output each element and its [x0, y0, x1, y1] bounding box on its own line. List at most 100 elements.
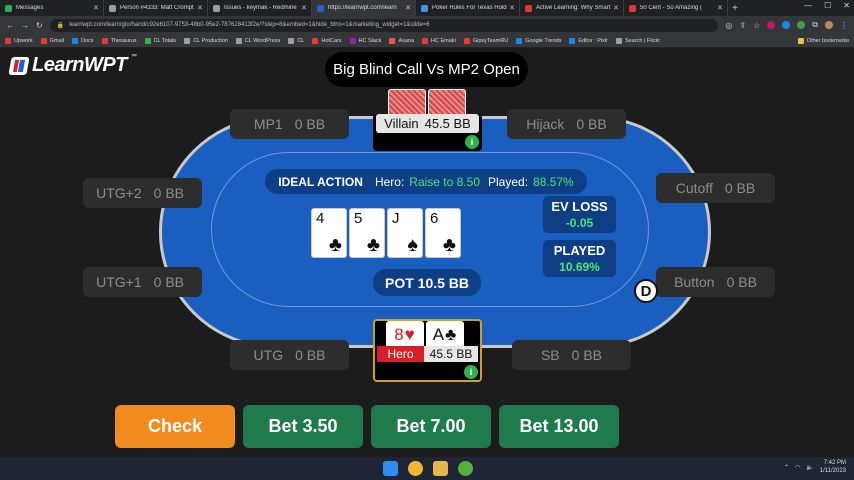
seat-sb: SB 0 BB [512, 340, 631, 370]
tab-close-icon[interactable]: ✕ [613, 4, 619, 12]
hero-name: Hero [377, 346, 424, 362]
bookmark-item[interactable]: HotCars [312, 37, 342, 44]
extension-icon[interactable] [797, 21, 806, 29]
bookmark-label: Docs [81, 37, 94, 44]
bookmark-item[interactable]: HC Slack [349, 37, 382, 44]
club-icon: ♣ [366, 234, 380, 256]
check-button[interactable]: Check [115, 405, 235, 448]
bookmark-item[interactable]: GipsyTeamRU [463, 37, 508, 44]
ideal-played-value: 88.57% [533, 174, 574, 189]
kebab-menu-icon[interactable]: ⋮ [840, 21, 848, 30]
file-explorer-icon[interactable] [433, 461, 448, 476]
extension-icon[interactable] [767, 21, 776, 29]
browser-tab[interactable]: 50 Cent - So Amazing (✕ [624, 0, 728, 16]
bookmark-item[interactable]: CL WordPress [235, 37, 280, 44]
seat-name: UTG+1 [96, 274, 142, 290]
hero-card: 8♥ [386, 321, 424, 348]
minimize-icon[interactable]: — [804, 1, 812, 10]
bookmark-star-icon[interactable]: ☆ [753, 21, 760, 30]
close-window-icon[interactable]: ✕ [843, 1, 850, 10]
hero-prefix: Hero: [374, 174, 405, 189]
tray-chevron-icon[interactable]: ⌃ [784, 464, 789, 471]
bookmark-item[interactable]: CL Production [184, 37, 228, 44]
bookmark-item[interactable]: Upwork [5, 37, 33, 44]
bookmark-label: CL Totals [153, 37, 177, 44]
bookmark-item[interactable]: Search | Flickr [616, 37, 660, 44]
tab-label: Poker Rules For Texas Hold' [432, 5, 508, 11]
bookmark-favicon-icon [40, 37, 47, 44]
seat-stack: 0 BB [576, 116, 607, 132]
bookmark-label: CL [297, 37, 305, 44]
bookmark-item[interactable]: HC Emaki [422, 37, 456, 44]
ev-loss-value: -0.05 [565, 216, 594, 230]
extension-icon[interactable] [782, 21, 791, 29]
card-rank: 6 [430, 210, 439, 227]
profile-avatar[interactable] [825, 21, 833, 29]
lock-icon: 🔒 [56, 22, 65, 29]
browser-tab[interactable]: Messages ✕ [0, 0, 104, 16]
bookmark-item[interactable]: Editor : Pixlr [569, 37, 608, 44]
bookmark-item[interactable]: Gmail [40, 37, 64, 44]
bookmark-label: HC Slack [358, 37, 382, 44]
chrome-icon[interactable] [408, 461, 423, 476]
bookmark-item[interactable]: Asana [389, 37, 414, 44]
seat-name: Hijack [526, 116, 565, 132]
clock-time: 7:42 PM [823, 460, 846, 466]
hero-card: A♣ [426, 321, 464, 348]
tab-close-icon[interactable]: ✕ [405, 4, 411, 12]
tab-close-icon[interactable]: ✕ [93, 4, 99, 12]
club-icon: ♣ [442, 234, 456, 256]
reload-icon[interactable]: ↻ [36, 21, 43, 30]
ev-loss-panel: EV LOSS -0.05 [543, 196, 616, 233]
bookmark-item[interactable]: Google Trends [516, 37, 562, 44]
forward-icon[interactable]: → [21, 21, 29, 30]
bookmark-favicon-icon [235, 37, 242, 44]
learnwpt-logo[interactable]: LearnWPT ™ [8, 54, 137, 77]
tab-close-icon[interactable]: ✕ [509, 4, 515, 12]
bookmark-item[interactable]: CL Totals [144, 37, 177, 44]
url-field[interactable]: 🔒 learnwpt.com/learn/gto/hand/c92e6107-9… [49, 18, 719, 32]
bet-13-00-button[interactable]: Bet 13.00 [499, 405, 619, 448]
volume-icon[interactable]: 🔈 [806, 464, 813, 471]
seat-hijack: Hijack 0 BB [507, 109, 626, 139]
bookmark-favicon-icon [312, 37, 319, 44]
browser-tab[interactable]: Active Learning: Why Smart ✕ [520, 0, 624, 16]
tab-close-icon[interactable]: ✕ [197, 4, 203, 12]
bookmark-item[interactable]: Docs [72, 37, 94, 44]
tab-close-icon[interactable]: ✕ [717, 4, 723, 12]
hero-info-icon[interactable]: i [464, 365, 478, 379]
browser-tab[interactable]: https://learnwpt.com/learn ✕ [312, 0, 416, 16]
played-panel: PLAYED 10.69% [543, 240, 616, 277]
villain-info-icon[interactable]: i [465, 135, 479, 149]
seat-stack: 0 BB [153, 185, 184, 201]
other-bookmarks[interactable]: Other bookmarks [797, 37, 849, 44]
bet-7-00-button[interactable]: Bet 7.00 [371, 405, 491, 448]
share-icon[interactable]: ⇪ [739, 21, 746, 30]
bookmark-label: Google Trends [525, 37, 562, 44]
app-icon[interactable] [458, 461, 473, 476]
new-tab-button[interactable]: + [732, 3, 738, 14]
clock[interactable]: 7:42 PM 1/11/2023 [820, 459, 846, 475]
tab-favicon-icon [525, 4, 532, 12]
browser-tab[interactable]: Issues - keymak - Redmine ✕ [208, 0, 312, 16]
seat-button: Button 0 BB [656, 267, 775, 297]
browser-tab[interactable]: Person #4333: Matt Crompt ✕ [104, 0, 208, 16]
extensions-puzzle-icon[interactable]: ⧉ [812, 20, 818, 30]
wifi-icon[interactable]: ◠ [795, 464, 800, 471]
bookmark-item[interactable]: Thesaurus [101, 37, 137, 44]
back-icon[interactable]: ← [6, 21, 14, 30]
windows-start-icon[interactable] [383, 461, 398, 476]
bookmark-label: CL Production [193, 37, 228, 44]
bet-3-50-button[interactable]: Bet 3.50 [243, 405, 363, 448]
taskbar-apps [383, 461, 473, 476]
bookmark-label: Thesaurus [110, 37, 137, 44]
tab-close-icon[interactable]: ✕ [301, 4, 307, 12]
bookmark-favicon-icon [389, 37, 396, 44]
ideal-action-label: IDEAL ACTION [278, 174, 363, 189]
browser-tab[interactable]: Poker Rules For Texas Hold' ✕ [416, 0, 520, 16]
bookmark-item[interactable]: CL [288, 37, 305, 44]
trademark-symbol: ™ [130, 54, 137, 60]
google-lens-icon[interactable]: ◎ [725, 21, 732, 30]
maximize-icon[interactable]: ☐ [824, 1, 831, 10]
tab-favicon-icon [213, 4, 220, 12]
